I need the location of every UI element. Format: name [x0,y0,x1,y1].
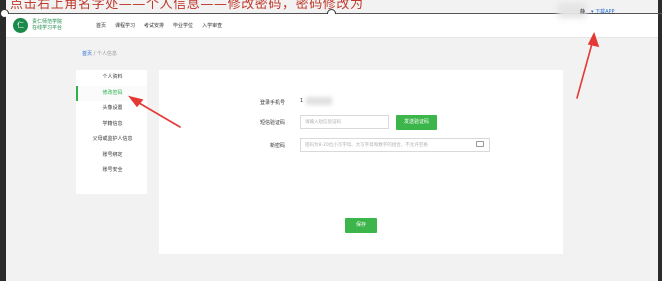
download-app-link[interactable]: ▾ 下载APP [591,8,615,15]
breadcrumb-current: 个人信息 [96,51,117,57]
sms-code-label: 短信验证码 [259,120,285,126]
user-name-suffix[interactable]: 静 [580,8,585,15]
nav-admission[interactable]: 入学审查 [202,22,222,29]
phone-value: 1 [300,98,304,104]
download-app-label: 下载APP [595,9,615,15]
school-logo[interactable]: 仁 [13,18,28,33]
nav-graduation[interactable]: 毕业学位 [173,22,193,29]
menu-item-account-binding[interactable]: 账号绑定 [76,148,147,164]
send-code-button[interactable]: 发送验证码 [396,115,437,130]
nav-exams[interactable]: 考试安排 [144,22,164,29]
menu-item-student-status[interactable]: 学籍信息 [76,117,147,133]
instruction-text: 点击右上角名字处——个人信息——修改密码，密码修改为 [10,0,364,12]
profile-side-menu: 个人资料 修改密码 头像设置 学籍信息 父母或监护人信息 账号绑定 账号安全 [76,70,147,194]
breadcrumb-separator: / [93,51,96,57]
new-password-label: 新密码 [269,143,285,149]
logo-line-2: 在线学习平台 [32,25,63,31]
nav-home[interactable]: 首页 [96,22,106,29]
new-password-input[interactable] [300,138,490,152]
phone-redacted [306,97,332,105]
logo-text[interactable]: 贵仁师范学院 在线学习平台 [32,19,62,31]
keyboard-icon[interactable] [476,141,484,147]
nav-courses[interactable]: 课程学习 [115,22,135,29]
main-nav: 首页 课程学习 考试安排 毕业学位 入学审查 [96,22,222,29]
sms-code-input[interactable] [300,115,389,129]
menu-item-account-security[interactable]: 账号安全 [76,163,147,179]
menu-item-change-password[interactable]: 修改密码 [76,85,147,101]
save-button[interactable]: 保存 [345,218,377,233]
menu-item-profile[interactable]: 个人资料 [76,70,147,86]
breadcrumb: 首页 / 个人信息 [82,50,117,57]
menu-item-avatar[interactable]: 头像设置 [76,101,147,117]
phone-label: 登录手机号 [259,100,285,106]
menu-item-guardian-info[interactable]: 父母或监护人信息 [76,132,147,148]
breadcrumb-home[interactable]: 首页 [82,51,92,57]
